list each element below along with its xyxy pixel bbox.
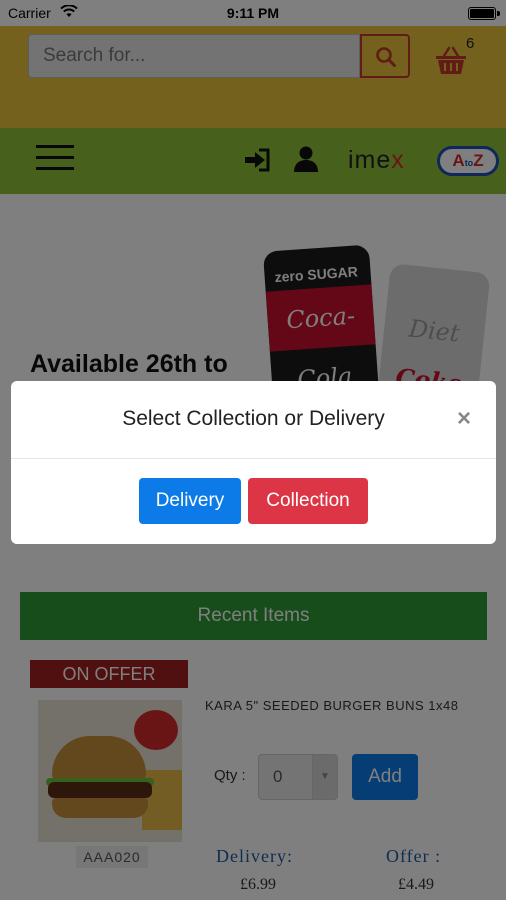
modal-divider — [11, 458, 496, 459]
collection-delivery-modal: Select Collection or Delivery × Delivery… — [11, 381, 496, 544]
delivery-button[interactable]: Delivery — [139, 478, 241, 524]
modal-title: Select Collection or Delivery — [122, 407, 385, 430]
close-icon[interactable]: × — [457, 405, 471, 433]
collection-button[interactable]: Collection — [248, 478, 368, 524]
